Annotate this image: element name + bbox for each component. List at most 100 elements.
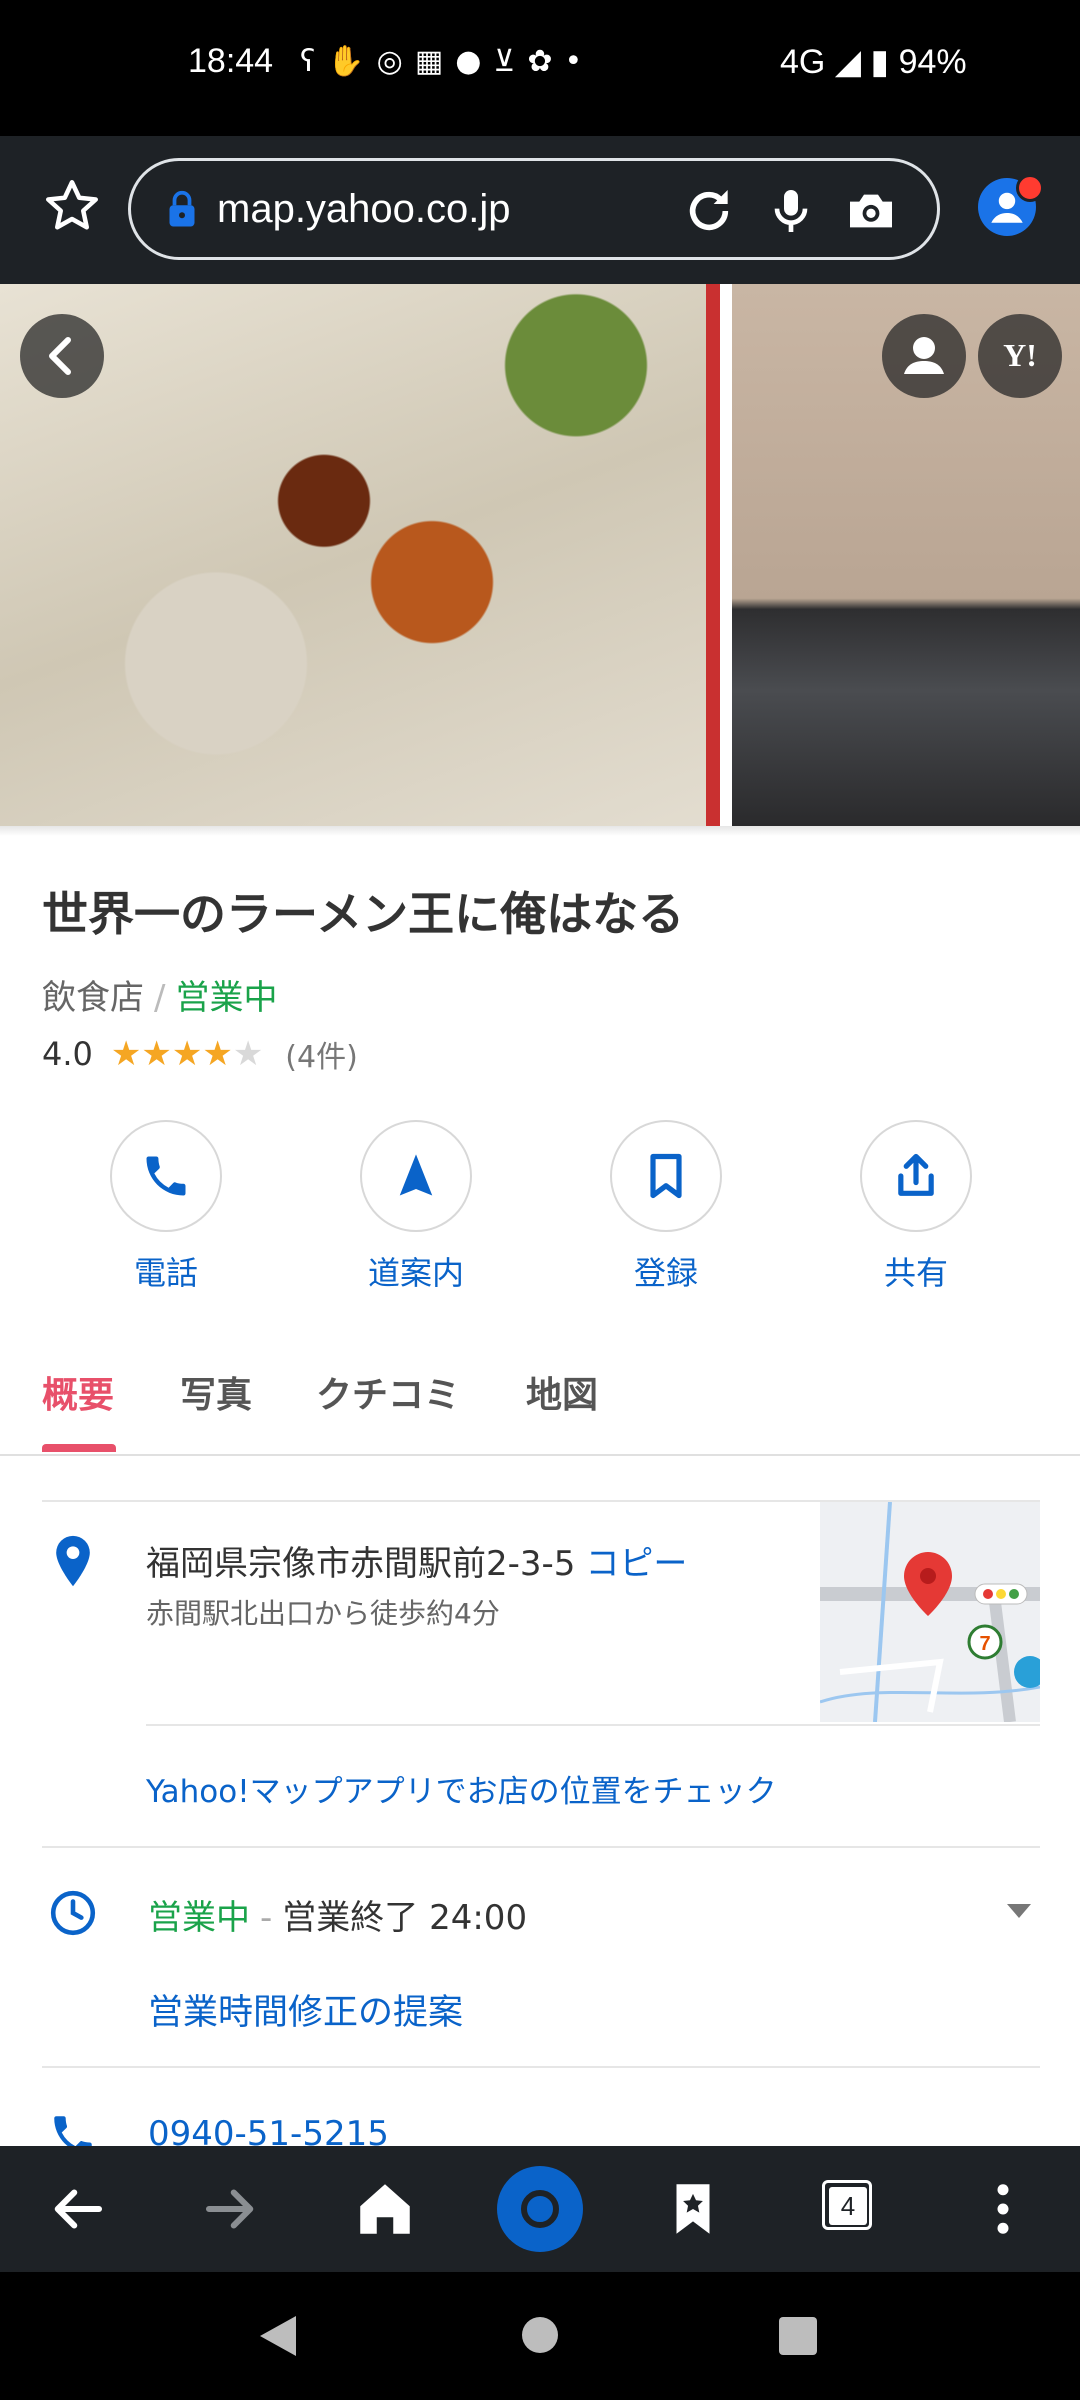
tab-bar: 概要 写真 クチコミ 地図 <box>0 1360 1080 1456</box>
signal-icon: ◢ <box>834 43 861 81</box>
system-home-icon[interactable] <box>519 2314 561 2356</box>
share-action[interactable]: 共有 <box>816 1120 1016 1294</box>
hours-line[interactable]: 営業中 - 営業終了 24:00 <box>148 1890 527 1939</box>
address-line: 福岡県宗像市赤間駅前2-3-5 コピー <box>146 1536 687 1585</box>
rating-stars: ★★★★★ <box>111 1034 263 1074</box>
cart-icon: ⊻ <box>493 44 528 79</box>
hours-suggest-link[interactable]: 営業時間修正の提案 <box>148 1984 463 2035</box>
assistant-button[interactable] <box>497 2166 583 2252</box>
battery-icon: ▮ <box>870 43 890 81</box>
star-icon[interactable] <box>42 176 102 236</box>
photo-divider <box>0 826 1080 836</box>
divider <box>42 2066 1040 2068</box>
share-icon <box>898 1153 934 1196</box>
map-thumbnail[interactable]: 7 <box>820 1502 1040 1722</box>
system-recents-icon[interactable] <box>778 2316 818 2356</box>
hours-status: 営業中 <box>148 1898 250 1938</box>
account-button[interactable] <box>882 314 966 398</box>
address-text: 福岡県宗像市赤間駅前2-3-5 <box>146 1544 576 1584</box>
tab-photos[interactable]: 写真 <box>180 1366 252 1418</box>
chevron-left-icon <box>49 337 71 375</box>
home-icon[interactable] <box>352 2176 418 2242</box>
rating-value: 4.0 <box>42 1035 93 1073</box>
instagram-icon: ◎ <box>376 44 415 79</box>
calendar-icon: ▦ <box>414 44 456 79</box>
status-right: 4G ◢ ▮ 94% <box>780 42 967 82</box>
photo-ramen[interactable] <box>0 284 720 826</box>
save-button[interactable] <box>610 1120 722 1232</box>
system-back-icon[interactable] <box>256 2312 300 2360</box>
system-nav-bar <box>0 2272 1080 2400</box>
tab-map[interactable]: 地図 <box>526 1366 598 1418</box>
place-name: 世界一のラーメン王に俺はなる <box>42 887 685 941</box>
yahoo-button[interactable]: Y! <box>978 314 1062 398</box>
back-arrow-icon[interactable] <box>44 2176 110 2242</box>
status-bar: 18:44 ʕ✋◎▦●⊻✿• 4G ◢ ▮ 94% <box>0 0 1080 136</box>
back-button[interactable] <box>20 314 104 398</box>
person-icon <box>904 337 944 374</box>
review-count[interactable]: (4件) <box>285 1032 358 1076</box>
notification-dot <box>1016 174 1044 202</box>
yahoo-logo-icon: Y! <box>1003 337 1037 373</box>
bear-icon: ʕ <box>300 44 328 79</box>
divider <box>42 1846 1040 1848</box>
map-preview: 7 <box>820 1502 1040 1722</box>
place-category: 飲食店 <box>42 978 144 1018</box>
more-vert-icon[interactable] <box>970 2176 1036 2242</box>
svg-text:Y!: Y! <box>1003 337 1037 373</box>
save-label: 登録 <box>633 1254 698 1292</box>
hours-separator: - <box>260 1898 273 1938</box>
battery-level: 94% <box>898 43 967 81</box>
tab-count: 4 <box>829 2187 867 2225</box>
save-action[interactable]: 登録 <box>566 1120 766 1294</box>
bowl-rim <box>706 284 720 826</box>
location-pin-icon <box>56 1535 90 1587</box>
browser-toolbar: map.yahoo.co.jp <box>0 136 1080 284</box>
hours-text: 営業終了 24:00 <box>282 1898 528 1938</box>
forward-arrow-icon[interactable] <box>198 2176 264 2242</box>
url-text: map.yahoo.co.jp <box>217 187 511 231</box>
navigation-arrow-icon <box>399 1154 433 1196</box>
circle-icon <box>521 2190 559 2228</box>
app-check-link[interactable]: Yahoo!マップアプリでお店の位置をチェック <box>146 1766 777 1811</box>
directions-action[interactable]: 道案内 <box>316 1120 516 1294</box>
svg-text:7: 7 <box>979 1633 990 1655</box>
hand-icon: ✋ <box>327 44 377 79</box>
lock-icon <box>169 190 195 227</box>
tab-overview[interactable]: 概要 <box>42 1366 114 1418</box>
browser-bottom-nav: 4 <box>0 2146 1080 2272</box>
tabs-button[interactable]: 4 <box>822 2180 872 2230</box>
photo-carousel[interactable]: Y! <box>0 284 1080 826</box>
bookmarks-icon[interactable] <box>660 2176 726 2242</box>
flower-icon: ✿ <box>527 44 565 79</box>
share-button[interactable] <box>860 1120 972 1232</box>
call-action[interactable]: 電話 <box>66 1120 266 1294</box>
chevron-down-icon[interactable] <box>1004 1900 1034 1922</box>
tab-reviews[interactable]: クチコミ <box>316 1366 460 1418</box>
microphone-icon[interactable] <box>763 183 819 239</box>
network-type: 4G <box>780 43 826 81</box>
bookmark-icon <box>650 1153 682 1199</box>
phone-icon <box>146 1156 186 1196</box>
reload-icon[interactable] <box>681 183 737 239</box>
clock-icon <box>50 1890 96 1936</box>
status-time: 18:44 <box>188 42 274 80</box>
camera-icon[interactable] <box>843 183 899 239</box>
star-filled-icon: ★★★★ <box>110 1034 233 1074</box>
star-empty-icon: ★ <box>232 1034 264 1074</box>
active-tab-indicator <box>42 1444 116 1452</box>
gear-icon: ● <box>455 44 494 79</box>
call-label: 電話 <box>133 1254 198 1292</box>
divider <box>146 1724 1040 1726</box>
rating-row[interactable]: 4.0 ★★★★★ (4件) <box>42 1032 358 1076</box>
directions-label: 道案内 <box>367 1254 464 1292</box>
open-status: 営業中 <box>175 978 278 1018</box>
call-button[interactable] <box>110 1120 222 1232</box>
address-bar[interactable]: map.yahoo.co.jp <box>128 158 940 260</box>
dot-icon: • <box>564 44 595 79</box>
directions-button[interactable] <box>360 1120 472 1232</box>
share-label: 共有 <box>883 1254 948 1292</box>
access-text: 赤間駅北出口から徒歩約4分 <box>146 1597 500 1630</box>
copy-address-link[interactable]: コピー <box>585 1544 687 1584</box>
category-separator: / <box>154 978 166 1018</box>
